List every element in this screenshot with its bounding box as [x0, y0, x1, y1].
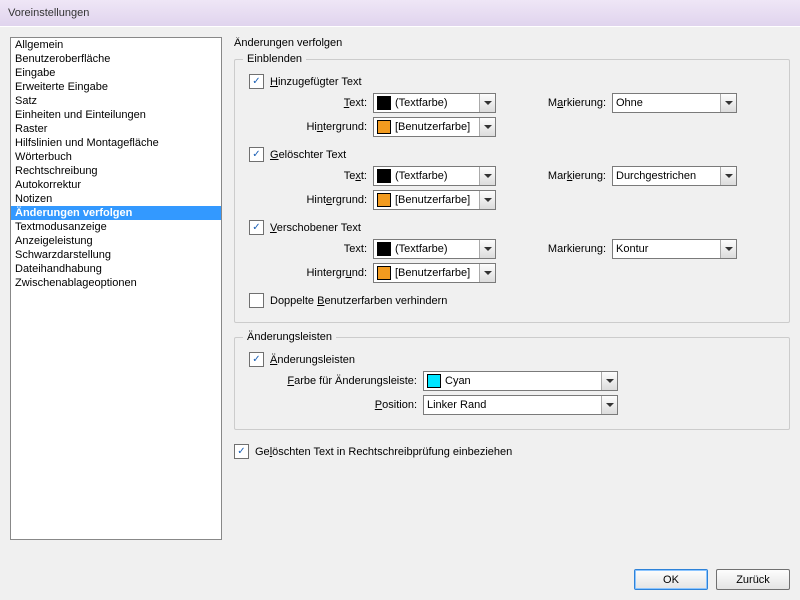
checkbox-spellcheck-deleted-label: Gelöschten Text in Rechtschreibprüfung e…: [255, 446, 512, 458]
checkbox-added-text[interactable]: [249, 74, 264, 89]
chevron-down-icon: [479, 167, 495, 185]
sidebar-item[interactable]: Zwischenablageoptionen: [11, 276, 221, 290]
group-einblenden: Einblenden Hinzugefügter Text Text: (Tex…: [234, 59, 790, 323]
category-list[interactable]: AllgemeinBenutzeroberflächeEingabeErweit…: [10, 37, 222, 540]
titlebar: Voreinstellungen: [0, 0, 800, 27]
sidebar-item[interactable]: Satz: [11, 94, 221, 108]
swatch-icon: [377, 193, 391, 207]
sidebar-item[interactable]: Allgemein: [11, 38, 221, 52]
checkbox-prevent-duplicate-colors[interactable]: [249, 293, 264, 308]
combo-deleted-markierung[interactable]: Durchgestrichen: [612, 166, 737, 186]
chevron-down-icon: [720, 240, 736, 258]
label-markierung: Markierung:: [538, 170, 606, 182]
chevron-down-icon: [479, 118, 495, 136]
group-title: Änderungsleisten: [243, 331, 336, 343]
label-text: Text:: [267, 243, 367, 255]
sidebar-item[interactable]: Dateihandhabung: [11, 262, 221, 276]
label-hintergrund: Hintergrund:: [267, 267, 367, 279]
checkbox-deleted-text-label: Gelöschter Text: [270, 149, 346, 161]
sidebar-item[interactable]: Schwarzdarstellung: [11, 248, 221, 262]
combo-added-bg-color[interactable]: [Benutzerfarbe]: [373, 117, 496, 137]
sidebar-item[interactable]: Erweiterte Eingabe: [11, 80, 221, 94]
combo-changebar-position[interactable]: Linker Rand: [423, 395, 618, 415]
combo-deleted-text-color[interactable]: (Textfarbe): [373, 166, 496, 186]
swatch-icon: [427, 374, 441, 388]
chevron-down-icon: [479, 264, 495, 282]
swatch-icon: [377, 120, 391, 134]
preferences-dialog: AllgemeinBenutzeroberflächeEingabeErweit…: [0, 26, 800, 600]
label-markierung: Markierung:: [538, 97, 606, 109]
checkbox-changebars-label: Änderungsleisten: [270, 354, 355, 366]
page-panel: Änderungen verfolgen Einblenden Hinzugef…: [234, 37, 790, 540]
chevron-down-icon: [479, 191, 495, 209]
swatch-icon: [377, 96, 391, 110]
combo-changebar-color[interactable]: Cyan: [423, 371, 618, 391]
checkbox-prevent-duplicate-colors-label: Doppelte Benutzerfarben verhindern: [270, 295, 447, 307]
label-changebar-color: Farbe für Änderungsleiste:: [267, 375, 417, 387]
dialog-footer: OK Zurück: [634, 569, 790, 590]
sidebar-item[interactable]: Notizen: [11, 192, 221, 206]
chevron-down-icon: [479, 240, 495, 258]
label-text: Text:: [267, 97, 367, 109]
label-hintergrund: Hintergrund:: [267, 121, 367, 133]
sidebar-item[interactable]: Anzeigeleistung: [11, 234, 221, 248]
chevron-down-icon: [720, 94, 736, 112]
checkbox-spellcheck-deleted[interactable]: [234, 444, 249, 459]
combo-added-markierung[interactable]: Ohne: [612, 93, 737, 113]
swatch-icon: [377, 169, 391, 183]
swatch-icon: [377, 266, 391, 280]
checkbox-moved-text[interactable]: [249, 220, 264, 235]
sidebar-item[interactable]: Änderungen verfolgen: [11, 206, 221, 220]
swatch-icon: [377, 242, 391, 256]
combo-moved-text-color[interactable]: (Textfarbe): [373, 239, 496, 259]
combo-deleted-bg-color[interactable]: [Benutzerfarbe]: [373, 190, 496, 210]
sidebar-item[interactable]: Textmodusanzeige: [11, 220, 221, 234]
sidebar-item[interactable]: Eingabe: [11, 66, 221, 80]
sidebar-item[interactable]: Benutzeroberfläche: [11, 52, 221, 66]
group-title: Einblenden: [243, 53, 306, 65]
sidebar-item[interactable]: Wörterbuch: [11, 150, 221, 164]
sidebar-item[interactable]: Hilfslinien und Montagefläche: [11, 136, 221, 150]
chevron-down-icon: [720, 167, 736, 185]
chevron-down-icon: [601, 372, 617, 390]
label-changebar-position: Position:: [267, 399, 417, 411]
label-markierung: Markierung:: [538, 243, 606, 255]
chevron-down-icon: [479, 94, 495, 112]
label-text: Text:: [267, 170, 367, 182]
sidebar-item[interactable]: Autokorrektur: [11, 178, 221, 192]
sidebar-item[interactable]: Raster: [11, 122, 221, 136]
chevron-down-icon: [601, 396, 617, 414]
window-title: Voreinstellungen: [8, 7, 89, 19]
checkbox-deleted-text[interactable]: [249, 147, 264, 162]
combo-moved-bg-color[interactable]: [Benutzerfarbe]: [373, 263, 496, 283]
sidebar-item[interactable]: Einheiten und Einteilungen: [11, 108, 221, 122]
label-hintergrund: Hintergrund:: [267, 194, 367, 206]
back-button[interactable]: Zurück: [716, 569, 790, 590]
ok-button[interactable]: OK: [634, 569, 708, 590]
sidebar-item[interactable]: Rechtschreibung: [11, 164, 221, 178]
checkbox-added-text-label: Hinzugefügter Text: [270, 76, 362, 88]
checkbox-changebars[interactable]: [249, 352, 264, 367]
page-title: Änderungen verfolgen: [234, 37, 790, 49]
combo-moved-markierung[interactable]: Kontur: [612, 239, 737, 259]
combo-added-text-color[interactable]: (Textfarbe): [373, 93, 496, 113]
group-changebars: Änderungsleisten Änderungsleisten Farbe …: [234, 337, 790, 430]
checkbox-moved-text-label: Verschobener Text: [270, 222, 361, 234]
